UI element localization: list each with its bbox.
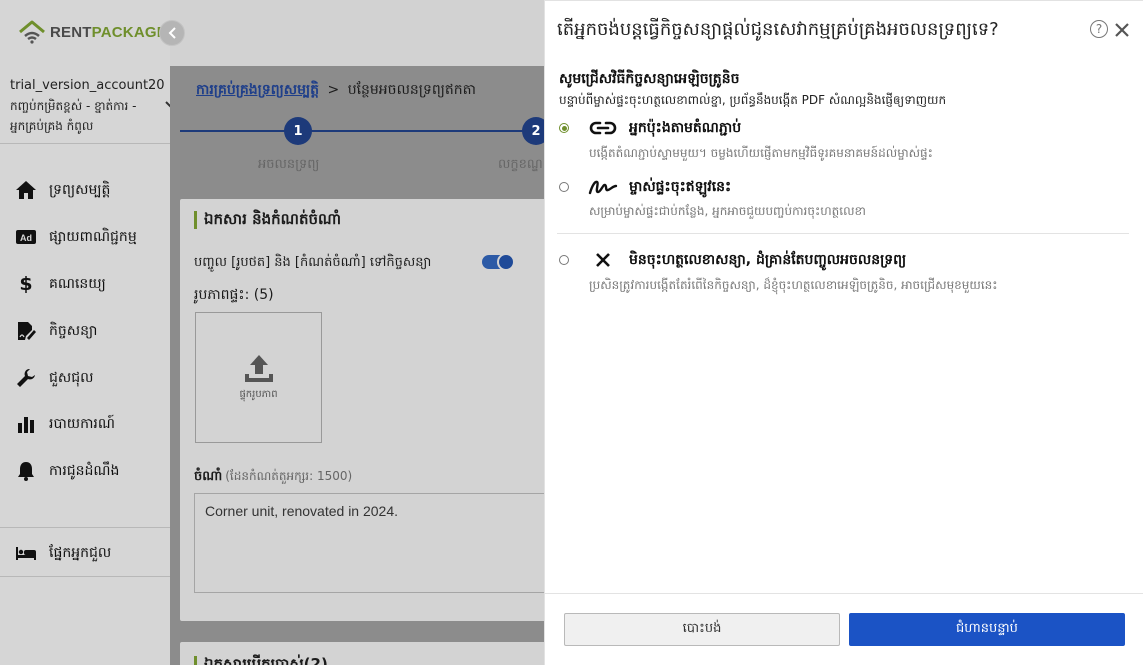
section-heading: សូមជ្រើសវិធីកិច្ចសន្យាអេឡិចត្រូនិច [559, 71, 740, 87]
sidebar-item-label: ផ្នែកអ្នកជួល [49, 544, 112, 561]
section-subtitle: បន្ទាប់ពីម្ចាស់ផ្ទះចុះហត្ថលេខាពាល់ខ្នា, … [559, 93, 947, 107]
photos-label: រូបភាពផ្ទះ: (5) [194, 287, 274, 303]
upload-icon [244, 354, 273, 382]
sidebar-divider [0, 143, 170, 144]
cancel-button[interactable]: បោះបង់ [564, 613, 840, 646]
wrench-icon [14, 366, 38, 390]
modal-title: តើអ្នកចង់បន្តធ្វើកិច្ចសន្យាផ្តល់ជូនសេវាក… [557, 19, 999, 40]
sidebar-item-repairs[interactable]: ជួសជុល [14, 364, 93, 392]
breadcrumb-parent-link[interactable]: ការគ្រប់គ្រងទ្រព្យសម្បត្តិ [196, 82, 319, 98]
sidebar: RENTPACKAGE trial_version_account20 កញ្ច… [0, 0, 177, 665]
home-icon [14, 178, 38, 202]
option-no-sign-radio[interactable] [559, 255, 569, 265]
option-no-sign[interactable]: មិនចុះហត្ថលេខាសន្យា, ដំគ្រាន់តែបញ្ចូលអចល… [559, 247, 1129, 297]
ad-icon: Ad [14, 225, 38, 249]
sidebar-item-label: កិច្ចសន្យា [49, 322, 98, 339]
option-no-sign-title: មិនចុះហត្ថលេខាសន្យា, ដំគ្រាន់តែបញ្ចូលអចល… [629, 252, 907, 268]
step-1-circle[interactable]: 1 [284, 117, 312, 145]
sidebar-item-tenant[interactable]: ផ្នែកអ្នកជួល [14, 539, 111, 567]
close-icon[interactable] [1111, 19, 1133, 41]
x-icon [587, 248, 619, 272]
sidebar-item-label: ទ្រព្យសម្បត្តិ [49, 181, 111, 198]
breadcrumb-separator: > [327, 82, 340, 98]
contract-icon [14, 319, 38, 343]
breadcrumb-current: បន្ថែមអចលនទ្រព្យឥកតា [347, 82, 476, 98]
sidebar-divider [0, 527, 170, 528]
contract-modal: តើអ្នកចង់បន្តធ្វើកិច្ចសន្យាផ្តល់ជូនសេវាក… [544, 0, 1143, 665]
second-card: ឯកសារបើកប្រាស់(2) [180, 642, 560, 665]
option-link-sign[interactable]: អ្នកប៉ុះងតាមតំណភ្ជាប់ បង្កើតតំណភ្ជាប់ស្ទ… [559, 115, 1129, 165]
footer-divider [545, 593, 1143, 594]
option-no-sign-desc: ប្រសិនត្រូវការបង្កើតតែរំពើនៃកិច្ចសន្យា, … [589, 278, 998, 292]
sidebar-item-label: គណនេយ្យ [49, 275, 106, 292]
next-step-button[interactable]: ជំហានបន្ទាប់ [849, 613, 1125, 646]
sidebar-item-label: របាយការណ៍ [49, 415, 115, 432]
sidebar-item-advertising[interactable]: Ad ផ្សាយពាណិជ្ជកម្ម [14, 223, 137, 251]
include-in-contract-label: បញ្ចូល [រូបថត] និង [កំណត់ចំណាំ] ទៅកិច្ចស… [194, 255, 432, 270]
option-link-radio[interactable] [559, 123, 569, 133]
logo-row: RENTPACKAGE [0, 0, 170, 66]
card-title: ឯកសារបើកប្រាស់(2) [204, 655, 328, 665]
option-link-title: អ្នកប៉ុះងតាមតំណភ្ជាប់ [629, 120, 742, 136]
logo[interactable]: RENTPACKAGE [18, 20, 167, 44]
card-accent [194, 656, 197, 665]
account-name: trial_version_account20 [10, 78, 165, 93]
description-hint: (ដែនកំណត់តួអក្សរ: 1500) [225, 469, 353, 483]
stepper-line [180, 130, 580, 132]
bed-icon [14, 541, 38, 565]
option-sign-now-title: ម្ចាស់ផ្ទះចុះឥឡូវនេះ [629, 179, 732, 195]
sidebar-item-contracts[interactable]: កិច្ចសន្យា [14, 317, 97, 345]
options-divider [557, 233, 1129, 234]
dollar-icon: $ [19, 273, 33, 295]
card-title: ឯកសារ និងកំណត់ចំណាំ [204, 210, 342, 228]
toggle-knob [497, 253, 515, 271]
breadcrumb: ការគ្រប់គ្រងទ្រព្យសម្បត្តិ > បន្ថែមអចលនទ… [196, 80, 476, 101]
step-2-label: លក្ខខណ្ឌ [498, 157, 543, 172]
upload-photo-button[interactable]: ផ្ទុករូបភាព [195, 312, 322, 443]
sidebar-item-label: ការជូនដំណឹង [49, 462, 120, 479]
logo-text: RENTPACKAGE [50, 23, 167, 41]
step-1-label: អចលនទ្រព្យ [258, 157, 320, 172]
option-sign-now-radio[interactable] [559, 182, 569, 192]
help-icon[interactable]: ? [1090, 20, 1108, 38]
sidebar-item-label: ផ្សាយពាណិជ្ជកម្ម [49, 228, 137, 245]
link-icon [587, 116, 619, 140]
sidebar-item-label: ជួសជុល [49, 369, 94, 386]
sidebar-item-reports[interactable]: របាយការណ៍ [14, 410, 115, 438]
account-role: កញ្ចប់កម្រិតខ្ពស់ - ខ្នាត់ការ - អ្នកគ្រប… [10, 99, 137, 133]
bell-icon [14, 459, 38, 483]
sidebar-item-accounting[interactable]: $ គណនេយ្យ [14, 270, 106, 298]
include-in-contract-toggle[interactable] [482, 253, 515, 271]
option-sign-now-desc: សម្រាប់ម្ចាស់ផ្ទះជាប់កន្លែង, អ្នកអាចជួយប… [589, 204, 866, 218]
option-sign-now[interactable]: ម្ចាស់ផ្ទះចុះឥឡូវនេះ សម្រាប់ម្ចាស់ផ្ទះជា… [559, 174, 1129, 224]
account-switcher[interactable]: trial_version_account20 កញ្ចប់កម្រិតខ្ពស… [10, 78, 180, 136]
sidebar-item-properties[interactable]: ទ្រព្យសម្បត្តិ [14, 176, 110, 204]
bar-chart-icon [14, 412, 38, 436]
collapse-sidebar-button[interactable] [159, 20, 185, 46]
logo-house-icon [19, 20, 45, 44]
sidebar-divider [0, 576, 170, 577]
upload-label: ផ្ទុករូបភាព [239, 388, 278, 400]
description-label: ចំណាំ (ដែនកំណត់តួអក្សរ: 1500) [194, 469, 353, 484]
option-link-desc: បង្កើតតំណភ្ជាប់ស្ទាមមួយ។ ចម្លងហើយផ្ញើតាម… [589, 146, 933, 160]
chevron-left-icon [168, 27, 176, 39]
description-textarea[interactable]: Corner unit, renovated in 2024. [194, 493, 554, 593]
sidebar-item-notifications[interactable]: ការជូនដំណឹង [14, 457, 119, 485]
signature-icon [587, 175, 619, 199]
card-accent [194, 211, 197, 229]
svg-text:Ad: Ad [20, 233, 32, 243]
